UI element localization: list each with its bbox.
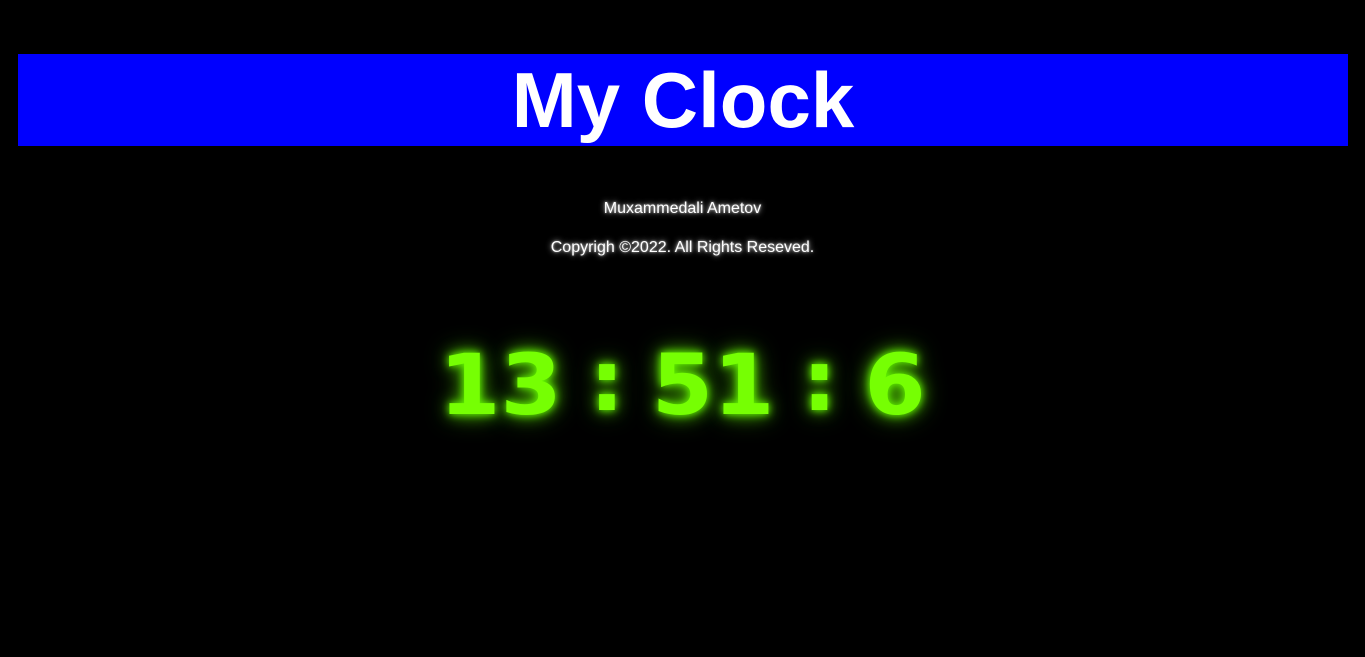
clock-separator: : <box>589 332 625 430</box>
digital-clock: 13 : 51 : 6 <box>0 336 1365 434</box>
clock-separator: : <box>801 332 838 430</box>
copyright-text: Copyrigh ©2022. All Rights Reseved. <box>550 239 815 256</box>
clock-minutes: 51 <box>651 336 775 434</box>
author-name: Muxammedali Ametov <box>603 200 762 217</box>
clock-hours: 13 <box>439 336 562 434</box>
page-title: My Clock <box>511 56 855 144</box>
clock-seconds: 6 <box>864 336 926 434</box>
header-bar: My Clock <box>18 54 1348 146</box>
